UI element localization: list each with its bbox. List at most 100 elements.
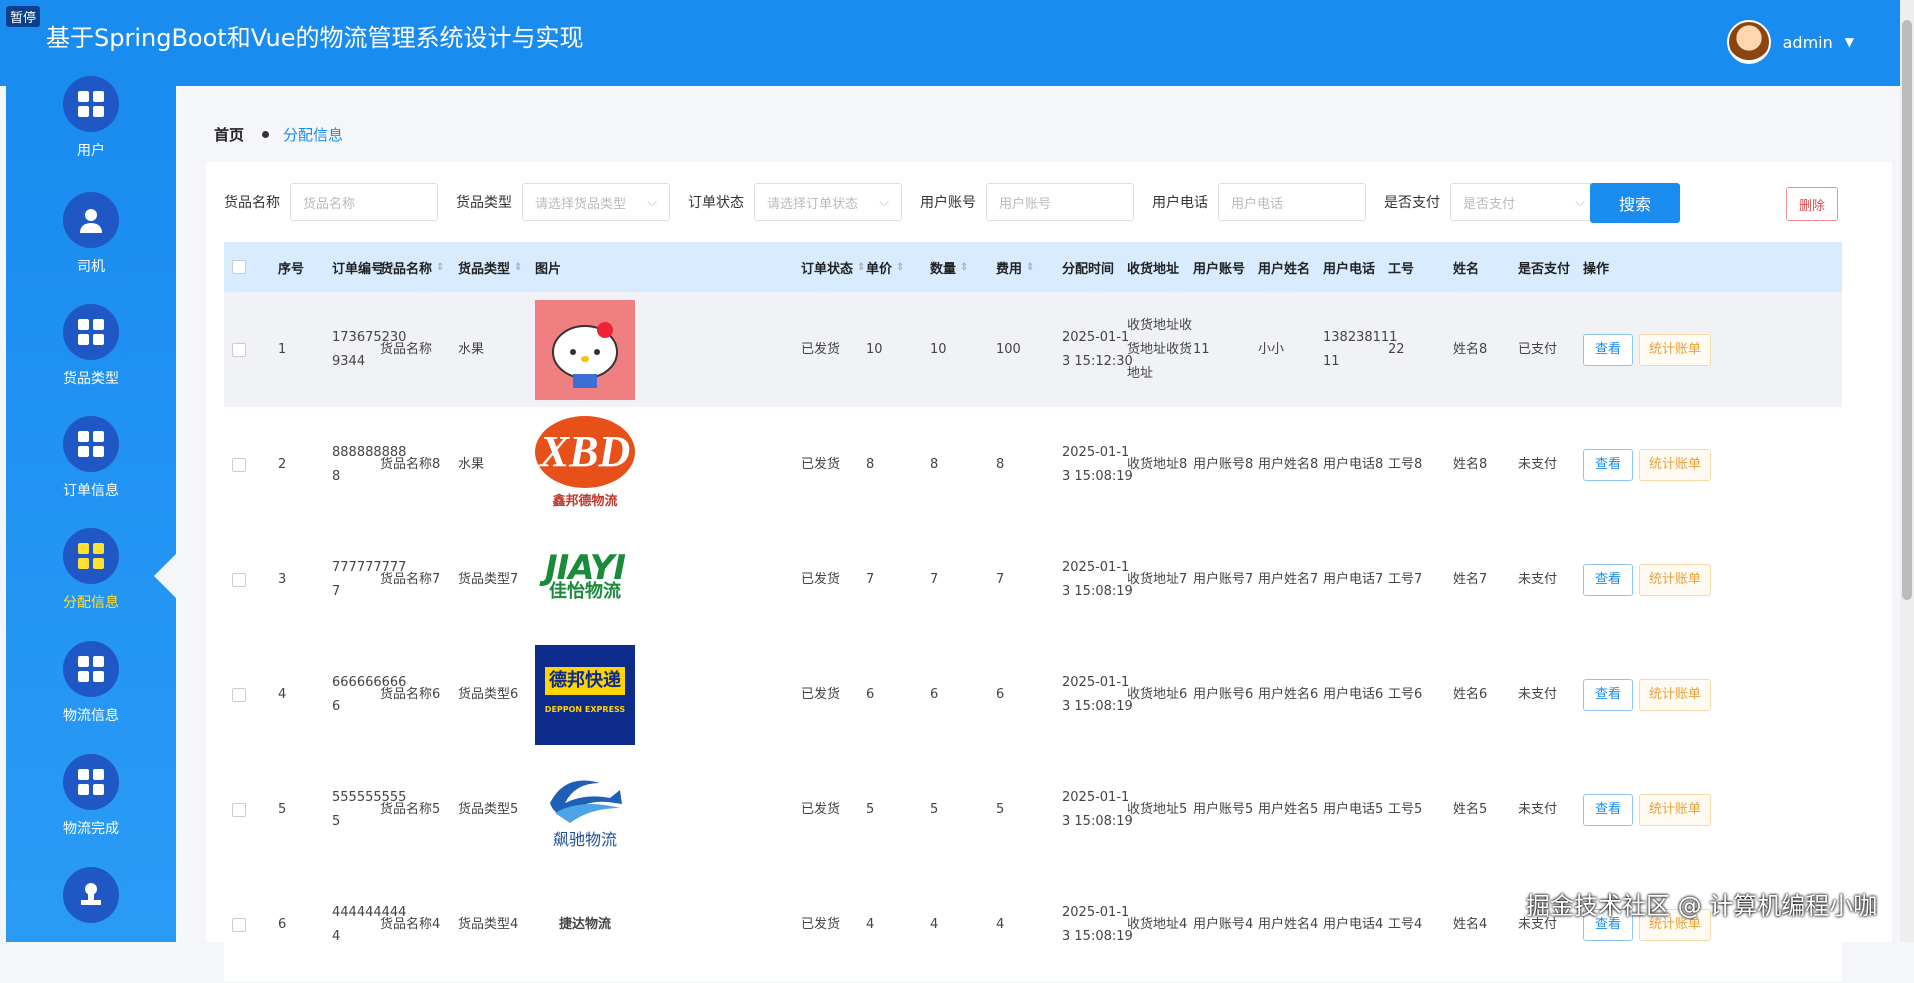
view-button[interactable]: 查看 xyxy=(1583,794,1633,826)
sort-icon[interactable]: ⇕ xyxy=(1026,262,1034,273)
sort-icon[interactable]: ⇕ xyxy=(436,262,444,273)
sidebar-item-7[interactable] xyxy=(6,867,176,967)
cell-text: 货品名称6 xyxy=(380,683,440,707)
cell-text: 货品名称8 xyxy=(380,453,440,477)
view-button[interactable]: 查看 xyxy=(1583,679,1633,711)
column-header[interactable]: 用户账号 xyxy=(1193,242,1245,292)
delete-button[interactable]: 删除 xyxy=(1786,187,1838,221)
sidebar-item-2[interactable]: 货品类型 xyxy=(6,304,176,404)
cell-name: 姓名7 xyxy=(1453,522,1515,637)
cell-time: 2025-01-1 3 15:08:19 xyxy=(1062,637,1136,752)
search-button[interactable]: 搜索 xyxy=(1590,183,1680,223)
page-scrollbar[interactable] xyxy=(1900,0,1914,942)
table-row[interactable]: 4666666666 6货品名称6货品类型6德邦快递DEPPON EXPRESS… xyxy=(224,637,1842,753)
column-header[interactable]: 数量⇕ xyxy=(930,242,968,292)
cell-text: 22 xyxy=(1388,338,1405,362)
cell-text: 姓名7 xyxy=(1453,568,1487,592)
phone-input[interactable]: 用户电话 xyxy=(1218,183,1366,221)
view-button[interactable]: 查看 xyxy=(1583,449,1633,481)
cell-emp-no: 工号8 xyxy=(1388,407,1450,522)
pause-badge: 暂停 xyxy=(6,6,40,27)
table-row[interactable]: 6444444444 4货品名称4货品类型4捷达物流已发货4442025-01-… xyxy=(224,867,1842,983)
sidebar-item-0[interactable]: 用户 xyxy=(6,76,176,176)
cell-fee: 8 xyxy=(996,407,1058,522)
sort-icon[interactable]: ⇕ xyxy=(896,262,904,273)
cell-user-name: 用户姓名4 xyxy=(1258,867,1320,982)
column-header[interactable]: 是否支付 xyxy=(1518,242,1570,292)
row-checkbox[interactable] xyxy=(232,407,246,522)
avatar[interactable] xyxy=(1727,20,1771,64)
cell-goods-type: 货品类型5 xyxy=(458,752,520,867)
sidebar-item-label: 物流信息 xyxy=(6,705,176,725)
cell-no: 5 xyxy=(278,752,340,867)
row-checkbox[interactable] xyxy=(232,867,246,982)
column-header[interactable]: 订单状态⇕ xyxy=(801,242,865,292)
goods-type-select[interactable]: 请选择货品类型⌵ xyxy=(522,183,670,221)
table-row[interactable]: 2888888888 8货品名称8水果XBD鑫邦德物流已发货8882025-01… xyxy=(224,407,1842,523)
column-header[interactable]: 操作 xyxy=(1583,242,1609,292)
column-header[interactable]: 姓名 xyxy=(1453,242,1479,292)
cell-price: 7 xyxy=(866,522,928,637)
cell-text: 姓名4 xyxy=(1453,913,1487,937)
user-menu[interactable]: admin ▼ xyxy=(1727,20,1854,64)
sidebar-item-label: 货品类型 xyxy=(6,368,176,388)
cell-text: 货品类型7 xyxy=(458,568,518,592)
bill-button[interactable]: 统计账单 xyxy=(1639,564,1711,596)
sort-icon[interactable]: ⇕ xyxy=(514,262,522,273)
sidebar-item-1[interactable]: 司机 xyxy=(6,192,176,292)
row-checkbox[interactable] xyxy=(232,522,246,637)
caret-down-icon[interactable]: ▼ xyxy=(1845,35,1854,49)
cell-address: 收货地址8 xyxy=(1127,407,1201,522)
bill-button[interactable]: 统计账单 xyxy=(1639,449,1711,481)
column-header[interactable]: 图片 xyxy=(535,242,561,292)
table-row[interactable]: 5555555555 5货品名称5货品类型5飙驰物流已发货5552025-01-… xyxy=(224,752,1842,868)
column-header[interactable]: 分配时间 xyxy=(1062,242,1114,292)
column-header[interactable]: 单价⇕ xyxy=(866,242,904,292)
chevron-down-icon: ⌵ xyxy=(1575,195,1585,210)
cell-text: 已发货 xyxy=(801,453,840,477)
cell-text: 5 xyxy=(278,798,286,822)
row-checkbox[interactable] xyxy=(232,637,246,752)
cell-account: 用户账号6 xyxy=(1193,637,1255,752)
column-header[interactable]: 货品名称⇕ xyxy=(380,242,444,292)
sidebar-item-6[interactable]: 物流完成 xyxy=(6,754,176,854)
view-button[interactable]: 查看 xyxy=(1583,334,1633,366)
column-header[interactable]: 序号 xyxy=(278,242,304,292)
phone-label: 用户电话 xyxy=(1152,192,1208,212)
table-row[interactable]: 3777777777 7货品名称7货品类型7JIAYI佳怡物流已发货777202… xyxy=(224,522,1842,638)
sidebar-item-4[interactable]: 分配信息 xyxy=(6,528,176,628)
bill-button[interactable]: 统计账单 xyxy=(1639,794,1711,826)
column-header[interactable]: 工号 xyxy=(1388,242,1414,292)
table-row[interactable]: 1173675230 9344货品名称水果已发货10101002025-01-1… xyxy=(224,292,1842,408)
row-checkbox[interactable] xyxy=(232,292,246,407)
column-header[interactable]: 费用⇕ xyxy=(996,242,1034,292)
paid-select[interactable]: 是否支付⌵ xyxy=(1450,183,1598,221)
watermark: 掘金技术社区 @ 计算机编程小咖 xyxy=(1526,886,1877,921)
bill-button[interactable]: 统计账单 xyxy=(1639,334,1711,366)
account-input[interactable]: 用户账号 xyxy=(986,183,1134,221)
column-header[interactable]: 用户电话 xyxy=(1323,242,1375,292)
scrollbar-thumb[interactable] xyxy=(1902,20,1912,600)
sidebar-item-3[interactable]: 订单信息 xyxy=(6,416,176,516)
sort-icon[interactable]: ⇕ xyxy=(857,262,865,273)
cell-text: 100 xyxy=(996,338,1021,362)
cell-paid: 未支付 xyxy=(1518,407,1580,522)
row-actions: 查看统计账单 xyxy=(1583,637,1711,752)
order-status-select[interactable]: 请选择订单状态⌵ xyxy=(754,183,902,221)
user-name[interactable]: admin xyxy=(1783,33,1833,52)
cell-text: 11 xyxy=(1193,338,1210,362)
cell-account: 用户账号5 xyxy=(1193,752,1255,867)
active-indicator xyxy=(154,554,176,598)
row-actions: 查看统计账单 xyxy=(1583,292,1711,407)
row-checkbox[interactable] xyxy=(232,752,246,867)
breadcrumb-home[interactable]: 首页 xyxy=(214,126,244,144)
select-all-checkbox[interactable] xyxy=(232,242,246,292)
view-button[interactable]: 查看 xyxy=(1583,564,1633,596)
sort-icon[interactable]: ⇕ xyxy=(960,262,968,273)
sidebar-item-5[interactable]: 物流信息 xyxy=(6,641,176,741)
bill-button[interactable]: 统计账单 xyxy=(1639,679,1711,711)
column-header[interactable]: 收货地址 xyxy=(1127,242,1179,292)
goods-name-input[interactable]: 货品名称 xyxy=(290,183,438,221)
column-header[interactable]: 用户姓名 xyxy=(1258,242,1310,292)
column-header[interactable]: 货品类型⇕ xyxy=(458,242,522,292)
